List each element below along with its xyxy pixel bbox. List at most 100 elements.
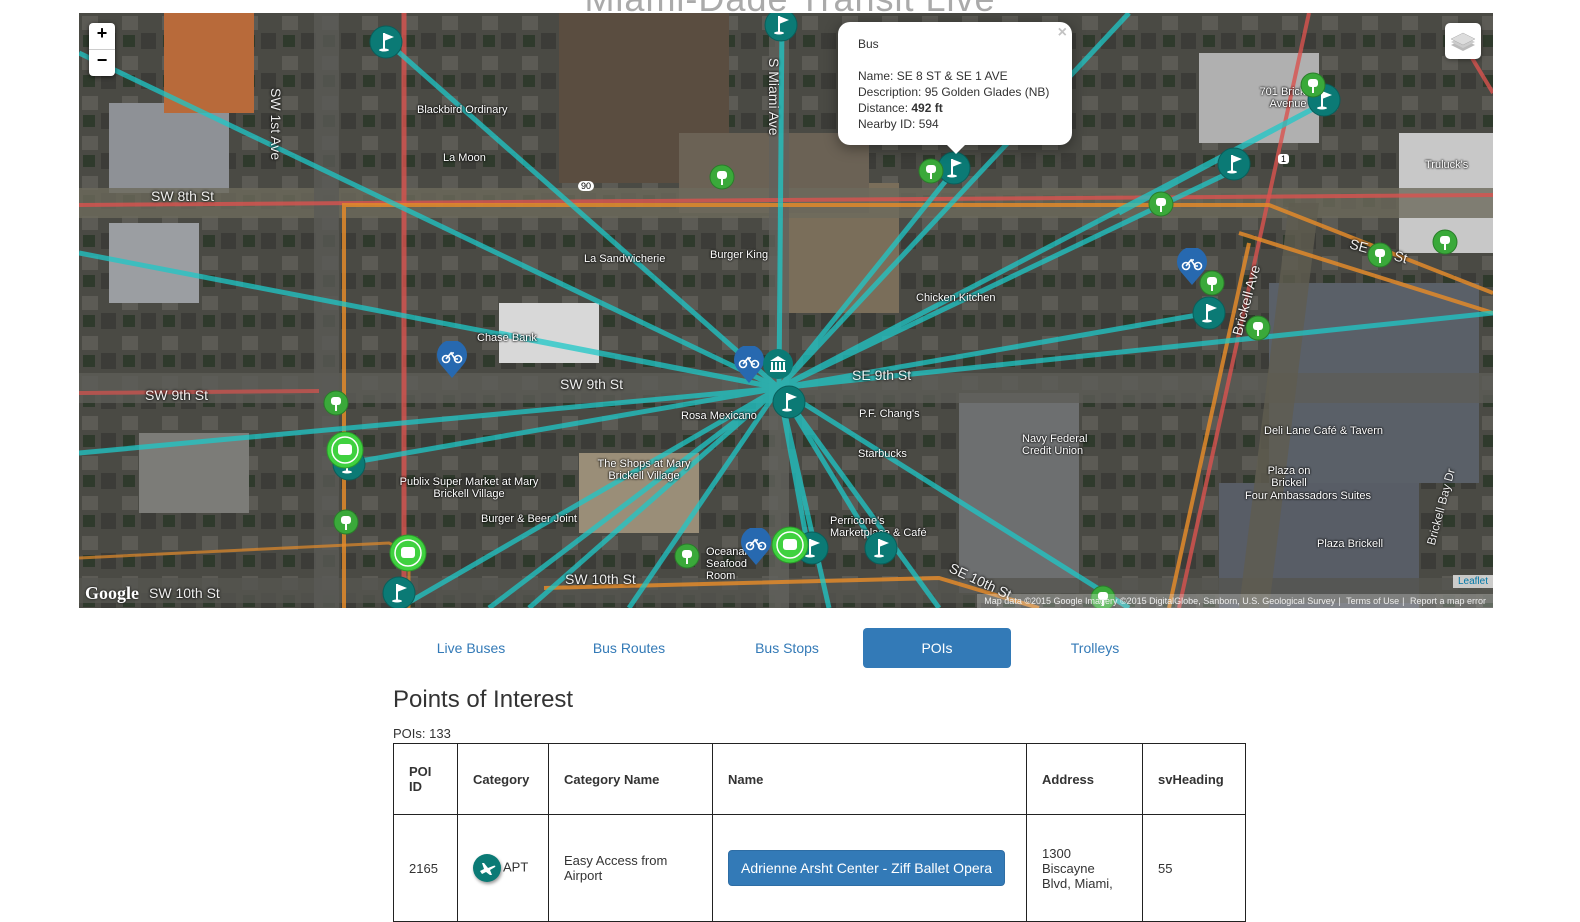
bus-stop-icon[interactable] bbox=[709, 164, 735, 195]
popup-name-row: Name: SE 8 ST & SE 1 AVE bbox=[858, 68, 1049, 84]
bus-stop-icon[interactable] bbox=[1245, 315, 1271, 346]
popup-description-row: Description: 95 Golden Glades (NB) bbox=[858, 84, 1049, 100]
popup-nearby-value: 594 bbox=[918, 117, 939, 131]
place-label: La Sandwicherie bbox=[584, 253, 666, 265]
zoom-out-button[interactable]: − bbox=[89, 50, 115, 76]
museum-icon[interactable] bbox=[762, 348, 794, 385]
map-attribution: Map data ©2015 Google Imagery ©2015 Digi… bbox=[977, 594, 1493, 608]
google-logo: Google bbox=[85, 583, 139, 603]
column-header-category-name[interactable]: Category Name bbox=[548, 743, 713, 815]
poi-flag-icon[interactable] bbox=[369, 25, 403, 64]
place-label: Burger & Beer Joint bbox=[481, 513, 577, 525]
poi-flag-icon[interactable] bbox=[864, 531, 898, 570]
bus-stop-icon[interactable] bbox=[1367, 242, 1393, 273]
zoom-control: + − bbox=[89, 23, 115, 76]
popup-close-button[interactable]: × bbox=[1058, 24, 1067, 42]
address-cell: 1300 Biscayne Blvd, Miami, bbox=[1026, 814, 1143, 922]
airplane-icon bbox=[473, 854, 501, 882]
bike-station-icon[interactable] bbox=[1176, 246, 1208, 291]
column-header-name[interactable]: Name bbox=[712, 743, 1027, 815]
poi-table: POI ID Category Category Name Name Addre… bbox=[393, 743, 1246, 922]
route-shield: 1 bbox=[1278, 154, 1290, 164]
popup-distance-row: Distance: 492 ft bbox=[858, 100, 1049, 116]
bus-stop-icon[interactable] bbox=[1300, 72, 1326, 103]
layers-button[interactable] bbox=[1445, 23, 1481, 59]
street-label: SW 9th St bbox=[145, 387, 209, 403]
place-label: Blackbird Ordinary bbox=[417, 104, 508, 116]
trolley-icon[interactable] bbox=[389, 534, 427, 577]
popup-distance-value: 492 ft bbox=[911, 101, 943, 115]
tab-bus-routes[interactable]: Bus Routes bbox=[555, 628, 703, 668]
place-label: Plaza on Brickell bbox=[1267, 465, 1311, 489]
place-label: Chicken Kitchen bbox=[916, 292, 996, 304]
trolley-icon[interactable] bbox=[326, 431, 364, 474]
tab-pois[interactable]: POIs bbox=[863, 628, 1011, 668]
trolley-icon[interactable] bbox=[771, 526, 809, 569]
popup-name-label: Name: bbox=[858, 69, 894, 83]
bus-stop-icon[interactable] bbox=[1148, 191, 1174, 222]
table-header-row: POI ID Category Category Name Name Addre… bbox=[393, 743, 1246, 815]
bus-stop-icon[interactable] bbox=[674, 543, 700, 574]
poi-flag-icon[interactable] bbox=[1192, 296, 1226, 335]
place-label: Navy Federal Credit Union bbox=[1022, 433, 1088, 457]
popup-nearby-row: Nearby ID: 594 bbox=[858, 116, 1049, 132]
popup-tip bbox=[946, 144, 966, 154]
bike-station-icon[interactable] bbox=[740, 526, 772, 571]
street-label: SW 10th St bbox=[565, 571, 636, 587]
bus-popup: × Bus Name: SE 8 ST & SE 1 AVE Descripti… bbox=[838, 22, 1072, 154]
zoom-in-button[interactable]: + bbox=[89, 23, 115, 50]
category-code: APT bbox=[503, 859, 529, 875]
street-label: SW 9th St bbox=[560, 376, 624, 392]
place-label: P.F. Chang's bbox=[859, 408, 920, 420]
bus-stop-icon[interactable] bbox=[1432, 229, 1458, 260]
tab-bus-stops[interactable]: Bus Stops bbox=[713, 628, 861, 668]
tab-bar: Live Buses Bus Routes Bus Stops POIs Tro… bbox=[393, 628, 1245, 668]
poi-flag-icon[interactable] bbox=[764, 13, 798, 47]
poi-flag-icon[interactable] bbox=[1217, 147, 1251, 186]
street-label: SW 10th St bbox=[149, 585, 220, 601]
column-header-poi-id[interactable]: POI ID bbox=[393, 743, 458, 815]
street-label: SW 1st Ave bbox=[268, 88, 284, 161]
section-title: Points of Interest bbox=[393, 686, 574, 713]
street-label: S Miami Ave bbox=[766, 58, 782, 136]
bike-station-icon[interactable] bbox=[733, 344, 765, 389]
bus-stop-icon[interactable] bbox=[323, 390, 349, 421]
name-cell: Adrienne Arsht Center - Ziff Ballet Oper… bbox=[712, 814, 1027, 922]
column-header-address[interactable]: Address bbox=[1026, 743, 1143, 815]
poi-name-button[interactable]: Adrienne Arsht Center - Ziff Ballet Oper… bbox=[728, 850, 1006, 886]
poi-flag-icon[interactable] bbox=[772, 385, 806, 424]
tab-live-buses[interactable]: Live Buses bbox=[397, 628, 545, 668]
place-label: Deli Lane Café & Tavern bbox=[1264, 425, 1384, 437]
bike-station-icon[interactable] bbox=[436, 339, 468, 384]
popup-title: Bus bbox=[858, 37, 879, 51]
place-label: The Shops at Mary Brickell Village bbox=[597, 458, 691, 482]
place-label: Starbucks bbox=[858, 448, 907, 460]
bus-stop-icon[interactable] bbox=[333, 509, 359, 540]
map-data-attribution: Map data ©2015 Google Imagery ©2015 Digi… bbox=[984, 596, 1336, 606]
poi-id-cell: 2165 bbox=[393, 814, 458, 922]
place-label: Rosa Mexicano bbox=[681, 410, 757, 422]
popup-nearby-label: Nearby ID: bbox=[858, 117, 916, 131]
map[interactable]: SW 8th St SW 9th St SW 9th St SE 9th St … bbox=[79, 13, 1493, 608]
leaflet-link[interactable]: Leaflet bbox=[1452, 575, 1493, 588]
street-label: SE 9th St bbox=[852, 367, 912, 383]
tab-trolleys[interactable]: Trolleys bbox=[1021, 628, 1169, 668]
place-label: Plaza Brickell bbox=[1317, 538, 1384, 550]
popup-description-label: Description: bbox=[858, 85, 922, 99]
street-label: SW 8th St bbox=[151, 188, 215, 204]
popup-distance-label: Distance: bbox=[858, 101, 909, 115]
place-label: Chase Bank bbox=[477, 332, 537, 344]
column-header-svheading[interactable]: svHeading bbox=[1142, 743, 1246, 815]
svheading-cell: 55 bbox=[1142, 814, 1246, 922]
table-row: 2165 APT Easy Access from Airport Adrien… bbox=[393, 814, 1246, 922]
place-label: Burger King bbox=[710, 249, 769, 261]
route-shield: 90 bbox=[578, 181, 595, 191]
poi-flag-icon[interactable] bbox=[382, 576, 416, 608]
bus-stop-icon[interactable] bbox=[918, 158, 944, 189]
place-label: La Moon bbox=[443, 152, 486, 164]
column-header-category[interactable]: Category bbox=[457, 743, 549, 815]
report-map-error-link[interactable]: Report a map error bbox=[1410, 596, 1486, 606]
place-label: Publix Super Market at Mary Brickell Vil… bbox=[399, 476, 539, 500]
popup-name-value: SE 8 ST & SE 1 AVE bbox=[896, 69, 1008, 83]
terms-of-use-link[interactable]: Terms of Use bbox=[1346, 596, 1399, 606]
